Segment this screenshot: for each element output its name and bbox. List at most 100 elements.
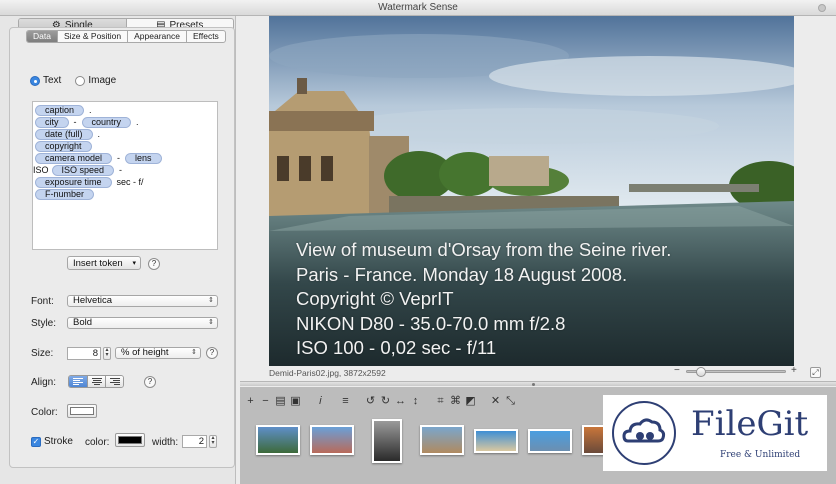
collapse-icon[interactable]: ⤡: [504, 395, 517, 408]
style-label: Style:: [31, 318, 57, 329]
align-center-button[interactable]: [87, 376, 105, 387]
add-icon[interactable]: +: [244, 395, 257, 408]
token-line: F-number: [35, 188, 215, 200]
size-field[interactable]: 8: [67, 347, 101, 360]
font-select[interactable]: Helvetica ⇕: [67, 295, 218, 307]
insert-token-button[interactable]: Insert token ▾: [67, 256, 141, 270]
size-unit-select[interactable]: % of height ⇕: [115, 347, 201, 359]
fullscreen-icon[interactable]: ⤢: [810, 367, 821, 378]
size-stepper[interactable]: ▴ ▾: [103, 347, 111, 360]
watermark-line: View of museum d'Orsay from the Seine ri…: [296, 239, 672, 260]
stroke-width-field[interactable]: 2: [182, 435, 207, 448]
source-type: Text Image: [30, 75, 116, 86]
zoom-slider-knob[interactable]: [696, 367, 706, 377]
token-copyright[interactable]: copyright: [35, 140, 92, 152]
token-text: ISO: [33, 165, 49, 175]
token-separator: -: [119, 165, 123, 175]
tab-effects[interactable]: Effects: [185, 31, 225, 42]
size-unit-value: % of height: [121, 347, 169, 358]
image-radio-label: Image: [88, 75, 117, 86]
remove-icon[interactable]: −: [259, 395, 272, 408]
align-left-button[interactable]: [69, 376, 87, 387]
token-date[interactable]: date (full): [35, 128, 93, 140]
tab-size-position[interactable]: Size & Position: [56, 31, 127, 42]
watermark-line: Copyright © VeprIT: [296, 288, 454, 309]
rotate-right-icon[interactable]: ↻: [379, 395, 392, 408]
thumbnail[interactable]: [474, 429, 518, 453]
image-radio[interactable]: Image: [75, 75, 116, 86]
fit-icon[interactable]: ⌘: [449, 395, 462, 408]
image-preview[interactable]: View of museum d'Orsay from the Seine ri…: [269, 16, 794, 366]
help-icon[interactable]: ?: [206, 347, 218, 359]
open-icon[interactable]: ▣: [289, 395, 302, 408]
token-camera-model[interactable]: camera model: [35, 152, 113, 164]
token-separator: .: [89, 105, 92, 115]
updown-icon: ⇕: [191, 349, 197, 356]
tab-data[interactable]: Data: [27, 31, 57, 42]
token-separator: .: [136, 117, 139, 127]
stroke-color-well[interactable]: [115, 433, 145, 447]
file-info: Demid-Paris02.jpg, 3872x2592: [269, 368, 386, 378]
token-f-number[interactable]: F-number: [35, 188, 95, 200]
token-city[interactable]: city: [35, 116, 69, 128]
zoom-out-button[interactable]: −: [674, 365, 680, 376]
stroke-color-swatch: [118, 436, 142, 444]
thumbnail[interactable]: [256, 425, 300, 455]
updown-icon: ⇕: [208, 319, 214, 326]
help-icon[interactable]: ?: [144, 376, 156, 388]
divider-grip[interactable]: [532, 383, 535, 386]
token-line: caption .: [35, 104, 215, 116]
zoom-slider[interactable]: [686, 367, 786, 377]
token-separator: -: [73, 117, 77, 127]
filegit-logo: FileGit Free & Unlimited: [603, 395, 827, 471]
stroke-label: Stroke: [44, 436, 73, 447]
color-swatch: [70, 407, 94, 415]
token-editor[interactable]: caption . city - country . date (full) .…: [32, 101, 218, 250]
window-title: Watermark Sense: [378, 2, 458, 13]
token-iso-speed[interactable]: ISO speed: [51, 164, 115, 176]
stroke-checkbox[interactable]: ✓ Stroke: [31, 436, 73, 447]
thumbnail[interactable]: [420, 425, 464, 455]
token-line: camera model - lens: [35, 152, 215, 164]
flip-vertical-icon[interactable]: ↕: [409, 395, 422, 408]
info-icon[interactable]: 𝑖: [314, 395, 327, 408]
align-right-button[interactable]: [105, 376, 123, 387]
token-country[interactable]: country: [81, 116, 132, 128]
browser-toolbar: + − ▤ ▣ 𝑖 ≡ ↺ ↻ ↔ ↕ ⌗ ⌘ ◩ ✕ ⤡: [244, 395, 517, 408]
app-window: Watermark Sense ⚙ Single ▤ Presets Data …: [0, 0, 836, 484]
title-bar: Watermark Sense: [0, 0, 836, 16]
split-divider[interactable]: [240, 381, 836, 386]
resize-icon[interactable]: ◩: [464, 395, 477, 408]
token-separator: .: [97, 129, 101, 139]
help-icon[interactable]: ?: [148, 258, 160, 270]
token-caption[interactable]: caption: [35, 104, 85, 116]
color-well[interactable]: [67, 404, 97, 418]
updown-icon: ⇕: [208, 297, 214, 304]
token-exposure-time[interactable]: exposure time: [35, 176, 112, 188]
menu-icon[interactable]: ≡: [339, 395, 352, 408]
token-lens[interactable]: lens: [125, 152, 162, 164]
tab-appearance[interactable]: Appearance: [127, 31, 186, 42]
stroke-width-stepper[interactable]: ▴ ▾: [209, 435, 217, 448]
info-bar: Demid-Paris02.jpg, 3872x2592 − + ⤢: [269, 365, 829, 379]
chevron-down-icon: ▾: [132, 260, 136, 267]
stroke-color-label: color:: [85, 437, 110, 448]
text-radio-label: Text: [43, 75, 62, 86]
thumbnail[interactable]: [372, 419, 402, 463]
rotate-left-icon[interactable]: ↺: [364, 395, 377, 408]
save-icon[interactable]: ▤: [274, 395, 287, 408]
flip-horizontal-icon[interactable]: ↔: [394, 395, 407, 408]
crop-icon[interactable]: ⌗: [434, 395, 447, 408]
thumbnail[interactable]: [310, 425, 354, 455]
close-icon[interactable]: ✕: [489, 395, 502, 408]
zoom-in-button[interactable]: +: [791, 365, 797, 376]
text-radio[interactable]: Text: [30, 75, 61, 86]
stroke-width-label: width:: [152, 437, 179, 448]
logo-wordmark: FileGit: [691, 404, 809, 444]
thumbnail[interactable]: [528, 429, 572, 453]
token-line: city - country .: [35, 116, 215, 128]
window-button[interactable]: [818, 4, 826, 12]
style-select[interactable]: Bold ⇕: [67, 317, 218, 329]
style-value: Bold: [73, 317, 93, 328]
token-separator: -: [117, 153, 121, 163]
